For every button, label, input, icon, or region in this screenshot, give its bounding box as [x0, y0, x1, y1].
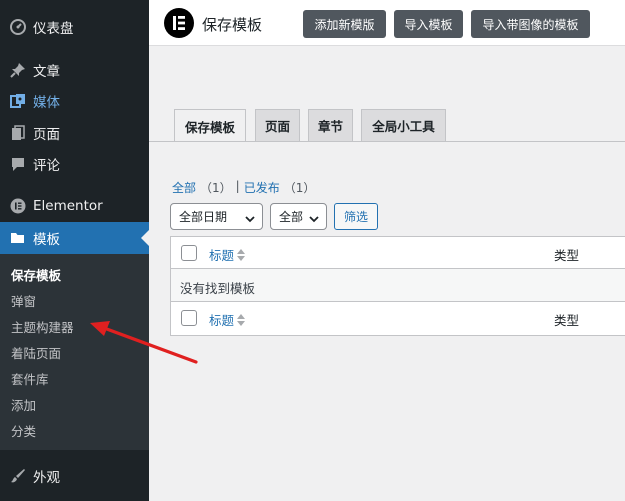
- type-filter-select[interactable]: 全部: [270, 203, 327, 230]
- sidebar-item-comments[interactable]: 评论: [0, 148, 149, 180]
- filter-separator: |: [235, 179, 240, 193]
- tab-global-widgets[interactable]: 全局小工具: [361, 109, 446, 141]
- status-filter-links: 全部 （1） | 已发布 （1）: [172, 179, 315, 196]
- submenu-item-landing-pages[interactable]: 着陆页面: [11, 343, 61, 362]
- submenu-item-kit-library[interactable]: 套件库: [11, 369, 49, 388]
- filter-all-link[interactable]: 全部: [172, 179, 196, 196]
- type-filter-value: 全部: [279, 210, 304, 224]
- submenu-item-add-new[interactable]: 添加: [11, 395, 36, 414]
- current-indicator: [141, 230, 149, 246]
- dashboard-icon: [9, 18, 27, 36]
- brush-icon: [9, 467, 27, 485]
- table-header-row: 标题 类型: [171, 237, 625, 269]
- date-filter-value: 全部日期: [179, 210, 228, 224]
- submenu-item-categories[interactable]: 分类: [11, 421, 36, 440]
- page-title: 保存模板: [202, 16, 263, 34]
- elementor-icon: [9, 197, 27, 215]
- add-new-template-button[interactable]: 添加新模版: [303, 10, 386, 38]
- sidebar-item-label: 文章: [33, 64, 60, 80]
- pages-icon: [9, 124, 27, 142]
- type-column-header: 类型: [554, 248, 580, 263]
- filter-published-link[interactable]: 已发布: [244, 179, 280, 196]
- title-column-label: 标题: [209, 248, 235, 263]
- pin-icon: [9, 61, 27, 79]
- admin-sidebar: 仪表盘 文章 媒体 页面 评论 Elementor 模板 保存模板 弹窗 主题构…: [0, 0, 149, 501]
- sidebar-item-templates[interactable]: 模板: [0, 222, 149, 254]
- table-footer-row: 标题 类型: [171, 302, 625, 335]
- sidebar-item-label: 页面: [33, 127, 60, 143]
- import-with-images-button[interactable]: 导入带图像的模板: [471, 10, 590, 38]
- sidebar-item-elementor[interactable]: Elementor: [0, 190, 149, 222]
- sidebar-item-dashboard[interactable]: 仪表盘: [0, 11, 149, 43]
- select-all-checkbox-footer[interactable]: [181, 310, 197, 326]
- tabs-divider: [149, 141, 625, 142]
- elementor-topbar: 保存模板 添加新模版 导入模板 导入带图像的模板: [149, 0, 625, 46]
- type-column-footer: 类型: [554, 313, 580, 328]
- filter-button[interactable]: 筛选: [334, 203, 378, 230]
- chevron-down-icon: [245, 212, 255, 226]
- sort-icon: [237, 313, 246, 326]
- select-all-checkbox[interactable]: [181, 245, 197, 261]
- sidebar-item-label: 仪表盘: [33, 21, 74, 37]
- sidebar-item-label: 媒体: [33, 95, 60, 111]
- submenu-item-saved-templates[interactable]: 保存模板: [11, 265, 61, 284]
- sidebar-item-label: Elementor: [33, 198, 103, 214]
- tab-saved-templates[interactable]: 保存模板: [174, 109, 246, 142]
- comment-icon: [9, 155, 27, 173]
- title-column-label: 标题: [209, 313, 235, 328]
- chevron-down-icon: [309, 212, 319, 226]
- table-row: 没有找到模板: [171, 269, 625, 302]
- submenu-item-popups[interactable]: 弹窗: [11, 291, 36, 310]
- templates-submenu: 保存模板 弹窗 主题构建器 着陆页面 套件库 添加 分类: [0, 254, 149, 450]
- sidebar-item-media[interactable]: 媒体: [0, 85, 149, 117]
- media-icon: [9, 92, 27, 110]
- tab-sections[interactable]: 章节: [308, 109, 353, 141]
- templates-table: 标题 类型 没有找到模板 标题 类型: [170, 236, 625, 336]
- sidebar-item-label: 外观: [33, 470, 60, 486]
- title-column-header[interactable]: 标题: [209, 245, 246, 264]
- date-filter-select[interactable]: 全部日期: [170, 203, 263, 230]
- tab-pages[interactable]: 页面: [255, 109, 300, 141]
- empty-message: 没有找到模板: [180, 281, 256, 296]
- submenu-item-theme-builder[interactable]: 主题构建器: [11, 317, 74, 336]
- sidebar-item-label: 评论: [33, 158, 60, 174]
- title-column-footer[interactable]: 标题: [209, 310, 246, 329]
- sidebar-item-pages[interactable]: 页面: [0, 117, 149, 149]
- sidebar-item-posts[interactable]: 文章: [0, 54, 149, 86]
- sidebar-item-label: 模板: [33, 232, 60, 248]
- import-templates-button[interactable]: 导入模板: [394, 10, 463, 38]
- sort-icon: [237, 248, 246, 261]
- all-count: （1）: [200, 181, 232, 195]
- folder-icon: [9, 229, 27, 247]
- elementor-logo-icon: [164, 8, 194, 38]
- sidebar-item-appearance[interactable]: 外观: [0, 460, 149, 492]
- published-count: （1）: [283, 181, 316, 195]
